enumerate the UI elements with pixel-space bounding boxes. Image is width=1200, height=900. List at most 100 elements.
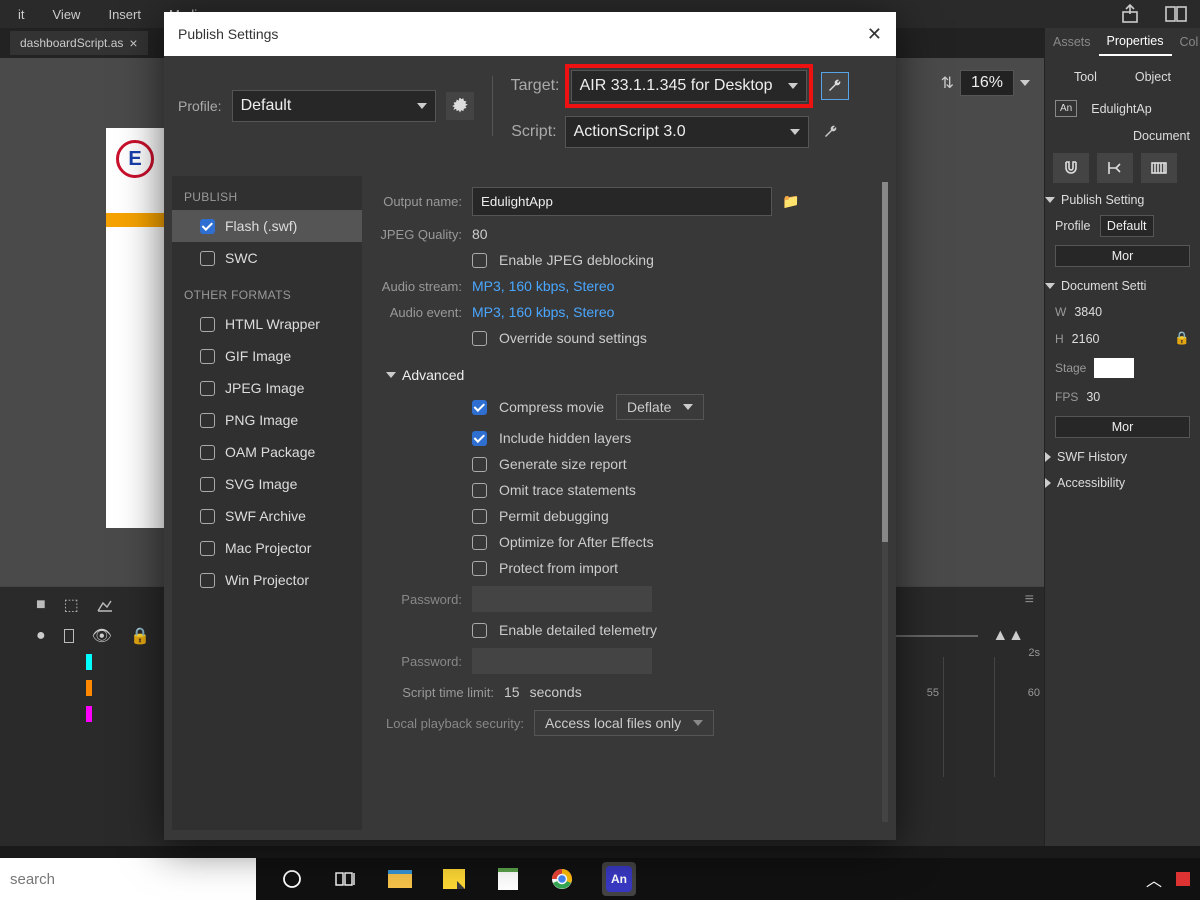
audio-stream-label: Audio stream:: [374, 279, 462, 294]
protect-checkbox[interactable]: [472, 561, 487, 576]
sidebar-item-png[interactable]: PNG Image: [172, 404, 362, 436]
tab-label: dashboardScript.as: [20, 36, 123, 50]
lock-icon[interactable]: 🔒: [130, 626, 150, 646]
layer-key-1[interactable]: [86, 654, 92, 670]
width-input[interactable]: 3840: [1074, 305, 1102, 319]
fps-input[interactable]: 30: [1086, 390, 1100, 404]
workspace-icon[interactable]: [1164, 4, 1188, 24]
subtab-object[interactable]: Object: [1135, 70, 1171, 84]
magnet-icon[interactable]: [1053, 153, 1089, 183]
close-icon[interactable]: ✕: [867, 24, 882, 45]
compress-checkbox[interactable]: [472, 400, 487, 415]
compress-mode-select[interactable]: Deflate: [616, 394, 704, 420]
sidebar-item-flash[interactable]: Flash (.swf): [172, 210, 362, 242]
password-label-2: Password:: [374, 654, 462, 669]
tab-assets[interactable]: Assets: [1045, 29, 1099, 55]
after-effects-checkbox[interactable]: [472, 535, 487, 550]
sidebar-item-swc[interactable]: SWC: [172, 242, 362, 274]
file-explorer-icon[interactable]: [386, 865, 414, 893]
notepad-icon[interactable]: [494, 865, 522, 893]
sidebar-item-winproj[interactable]: Win Projector: [172, 564, 362, 596]
advanced-toggle[interactable]: Advanced: [374, 351, 868, 389]
lock-icon[interactable]: 🔒: [1174, 331, 1190, 346]
script-time-limit-value[interactable]: 15: [504, 684, 520, 700]
override-sound-checkbox[interactable]: [472, 331, 487, 346]
page-icon[interactable]: [64, 629, 74, 643]
tray-app-icon[interactable]: [1176, 872, 1190, 886]
folder-icon[interactable]: 📁: [782, 193, 799, 210]
tab-properties[interactable]: Properties: [1099, 28, 1172, 56]
fps-label: FPS: [1055, 390, 1078, 404]
sidebar-item-gif[interactable]: GIF Image: [172, 340, 362, 372]
target-select[interactable]: AIR 33.1.1.345 for Desktop: [571, 70, 807, 102]
cortana-icon[interactable]: [278, 865, 306, 893]
deblock-label: Enable JPEG deblocking: [499, 252, 654, 268]
panel-menu-icon[interactable]: ≡: [1025, 591, 1034, 609]
taskbar-search[interactable]: search: [0, 858, 256, 900]
visibility-icon[interactable]: 👁: [92, 626, 112, 646]
tab-color[interactable]: Col: [1172, 29, 1200, 55]
zoom-input[interactable]: 16%: [960, 70, 1014, 96]
section-publish-settings[interactable]: Publish Setting: [1045, 187, 1200, 213]
more-button[interactable]: Mor: [1055, 245, 1190, 267]
section-swf-history[interactable]: SWF History: [1045, 444, 1200, 470]
audio-event-link[interactable]: MP3, 160 kbps, Stereo: [472, 304, 614, 320]
tab-dashboardscript[interactable]: dashboardScript.as ×: [10, 31, 148, 55]
menu-edit[interactable]: it: [4, 7, 39, 22]
script-select[interactable]: ActionScript 3.0: [565, 116, 809, 148]
section-accessibility[interactable]: Accessibility: [1045, 470, 1200, 496]
profile-select[interactable]: Default: [232, 90, 436, 122]
more-button-2[interactable]: Mor: [1055, 416, 1190, 438]
layer-key-2[interactable]: [86, 680, 92, 696]
sidebar-item-swfarchive[interactable]: SWF Archive: [172, 500, 362, 532]
stage-label: Stage: [1055, 361, 1086, 375]
sidebar-item-jpeg[interactable]: JPEG Image: [172, 372, 362, 404]
hierarchy-icon[interactable]: ⬚: [64, 595, 79, 615]
audio-stream-link[interactable]: MP3, 160 kbps, Stereo: [472, 278, 614, 294]
debug-checkbox[interactable]: [472, 509, 487, 524]
dialog-scrollbar-thumb[interactable]: [882, 182, 888, 542]
animate-app-icon[interactable]: An: [602, 862, 636, 896]
section-document-settings[interactable]: Document Setti: [1045, 273, 1200, 299]
sticky-notes-icon[interactable]: [440, 865, 468, 893]
size-report-checkbox[interactable]: [472, 457, 487, 472]
menu-view[interactable]: View: [39, 7, 95, 22]
close-icon[interactable]: ×: [129, 35, 137, 51]
layer-key-3[interactable]: [86, 706, 92, 722]
deblock-checkbox[interactable]: [472, 253, 487, 268]
checkbox[interactable]: [200, 251, 215, 266]
omit-trace-checkbox[interactable]: [472, 483, 487, 498]
share-icon[interactable]: [1120, 4, 1144, 24]
wrench-icon[interactable]: [821, 72, 849, 100]
align-icon[interactable]: [1097, 153, 1133, 183]
jpeg-quality-value[interactable]: 80: [472, 226, 488, 242]
hidden-layers-checkbox[interactable]: [472, 431, 487, 446]
task-view-icon[interactable]: [332, 865, 360, 893]
gear-icon[interactable]: [446, 92, 474, 120]
telemetry-checkbox[interactable]: [472, 623, 487, 638]
sidebar-item-macproj[interactable]: Mac Projector: [172, 532, 362, 564]
password-input-2: [472, 648, 652, 674]
sidebar-item-html[interactable]: HTML Wrapper: [172, 308, 362, 340]
profile-select[interactable]: Default: [1100, 215, 1154, 237]
output-name-input[interactable]: [472, 187, 772, 216]
camera-icon[interactable]: ■: [36, 596, 46, 614]
zoom-stepper-icon[interactable]: ⇅: [941, 73, 954, 93]
tray-expand-icon[interactable]: ︿: [1146, 867, 1162, 891]
windows-taskbar: search An ︿: [0, 858, 1200, 900]
sidebar-item-oam[interactable]: OAM Package: [172, 436, 362, 468]
checkbox[interactable]: [200, 219, 215, 234]
keyframe-icon[interactable]: ●: [36, 627, 46, 645]
stage-color-swatch[interactable]: [1094, 358, 1134, 378]
subtab-tool[interactable]: Tool: [1074, 70, 1097, 84]
graph-icon[interactable]: [97, 598, 113, 612]
menu-insert[interactable]: Insert: [94, 7, 155, 22]
frame-icon[interactable]: [1141, 153, 1177, 183]
wrench-icon[interactable]: [817, 118, 845, 146]
chevron-down-icon[interactable]: [1020, 80, 1030, 86]
chrome-icon[interactable]: [548, 865, 576, 893]
mountain-icon[interactable]: ▲▲: [992, 627, 1024, 645]
height-label: H: [1055, 332, 1064, 346]
sidebar-item-svg[interactable]: SVG Image: [172, 468, 362, 500]
height-input[interactable]: 2160: [1072, 332, 1100, 346]
